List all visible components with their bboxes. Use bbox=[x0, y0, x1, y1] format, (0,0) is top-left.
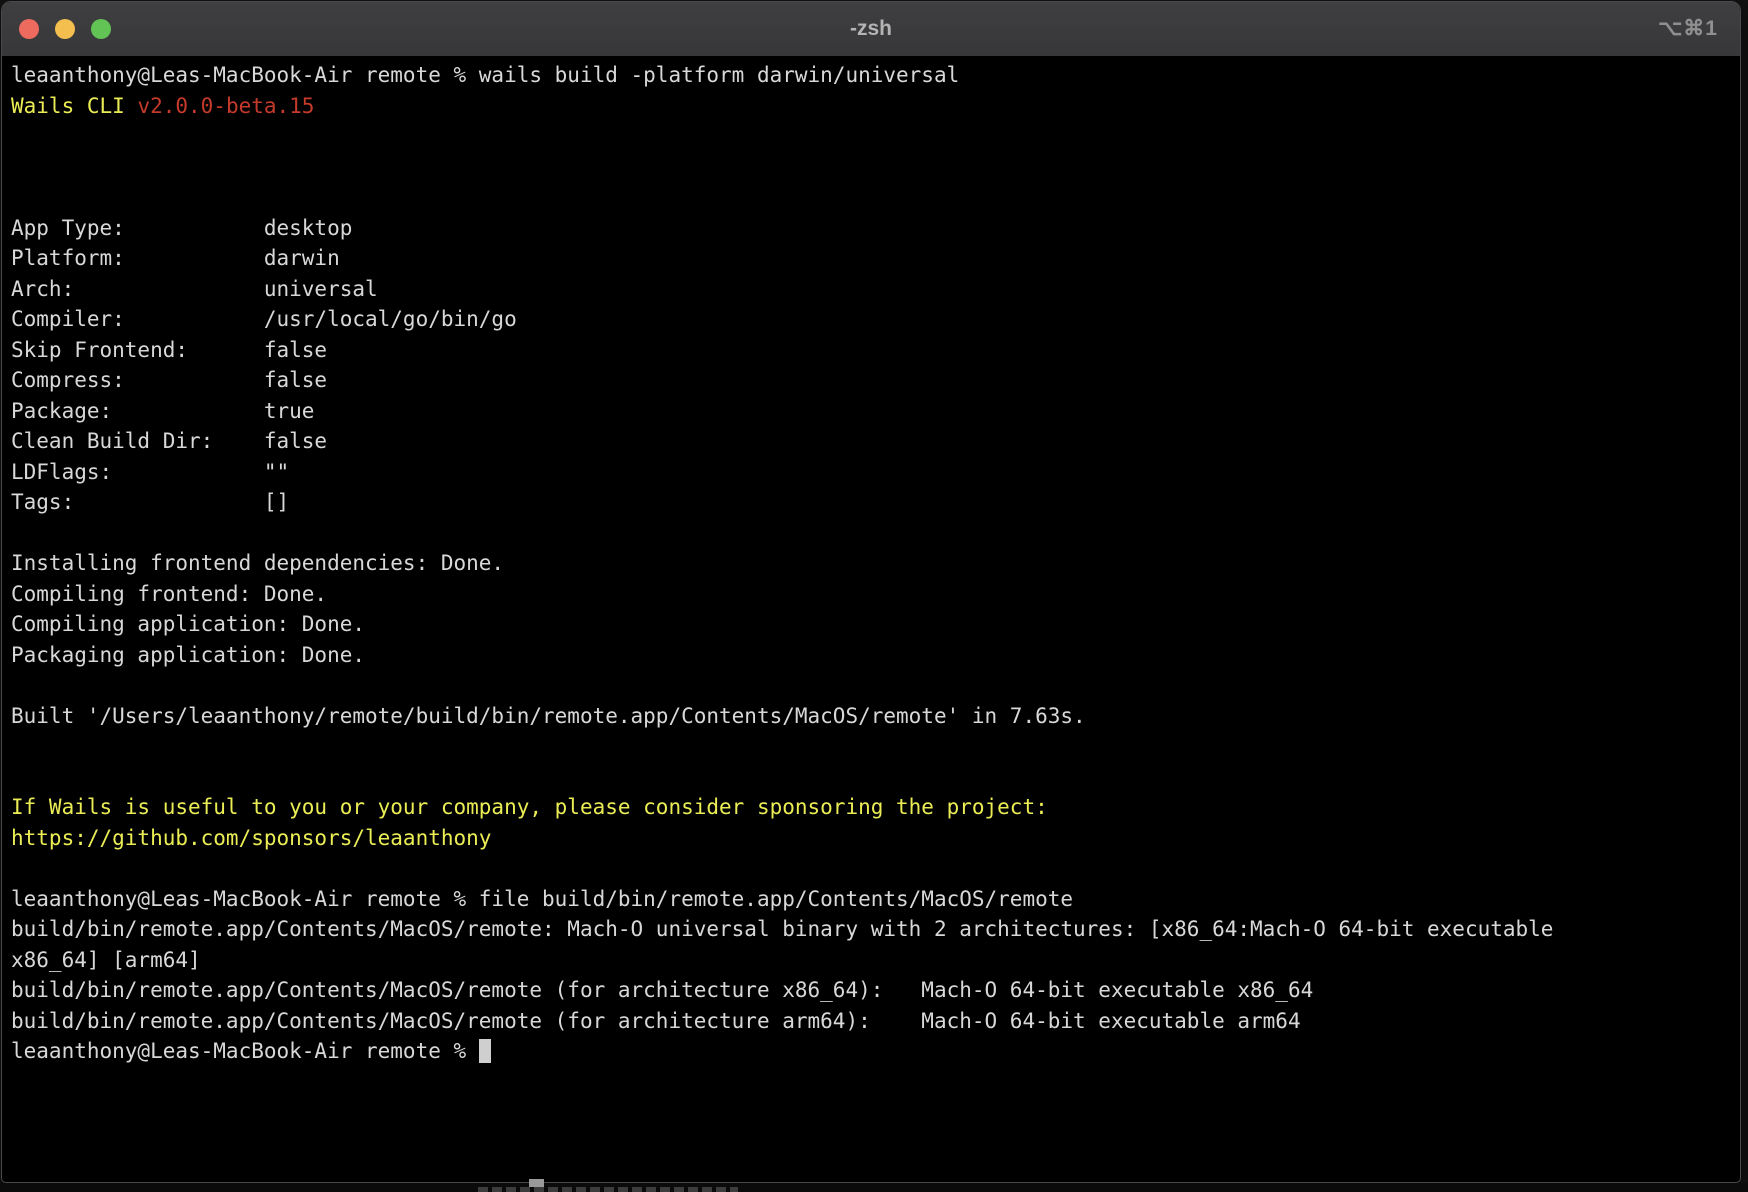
terminal-line: leaanthony@Leas-MacBook-Air remote % bbox=[11, 1036, 1736, 1067]
terminal-text-segment: Clean Build Dir: false bbox=[11, 429, 327, 453]
terminal-text-segment: Arch: universal bbox=[11, 277, 378, 301]
terminal-line: Arch: universal bbox=[11, 274, 1736, 305]
terminal-line bbox=[11, 731, 1736, 762]
terminal-window: -zsh ⌥⌘1 leaanthony@Leas-MacBook-Air rem… bbox=[1, 1, 1741, 1183]
terminal-line: Skip Frontend: false bbox=[11, 335, 1736, 366]
terminal-line bbox=[11, 121, 1736, 152]
terminal-text-segment: LDFlags: "" bbox=[11, 460, 289, 484]
terminal-text-segment: Tags: [] bbox=[11, 490, 289, 514]
terminal-line: Installing frontend dependencies: Done. bbox=[11, 548, 1736, 579]
terminal-line: Clean Build Dir: false bbox=[11, 426, 1736, 457]
terminal-text-segment: Built '/Users/leaanthony/remote/build/bi… bbox=[11, 704, 1086, 728]
terminal-line: Platform: darwin bbox=[11, 243, 1736, 274]
close-button[interactable] bbox=[19, 19, 39, 39]
terminal-line: Built '/Users/leaanthony/remote/build/bi… bbox=[11, 701, 1736, 732]
terminal-line: x86_64] [arm64] bbox=[11, 945, 1736, 976]
terminal-text-segment: build/bin/remote.app/Contents/MacOS/remo… bbox=[11, 917, 1553, 941]
terminal-line: Compress: false bbox=[11, 365, 1736, 396]
terminal-line bbox=[11, 182, 1736, 213]
terminal-text-segment: build/bin/remote.app/Contents/MacOS/remo… bbox=[11, 978, 1313, 1002]
terminal-text-segment: Skip Frontend: false bbox=[11, 338, 327, 362]
terminal-line: build/bin/remote.app/Contents/MacOS/remo… bbox=[11, 1006, 1736, 1037]
terminal-line: leaanthony@Leas-MacBook-Air remote % fil… bbox=[11, 884, 1736, 915]
terminal-text-segment: Wails CLI bbox=[11, 94, 137, 118]
window-title: -zsh bbox=[2, 17, 1740, 41]
terminal-line: Wails CLI v2.0.0-beta.15 bbox=[11, 91, 1736, 122]
terminal-line bbox=[11, 152, 1736, 183]
terminal-text-segment: If Wails is useful to you or your compan… bbox=[11, 795, 1048, 819]
terminal-line bbox=[11, 853, 1736, 884]
terminal-cursor bbox=[479, 1039, 492, 1063]
terminal-text-segment: Installing frontend dependencies: Done. bbox=[11, 551, 504, 575]
terminal-text-segment: Compiling frontend: Done. bbox=[11, 582, 327, 606]
background-window-sliver bbox=[0, 1183, 1748, 1192]
minimize-button[interactable] bbox=[55, 19, 75, 39]
terminal-line: If Wails is useful to you or your compan… bbox=[11, 792, 1736, 823]
background-window-text bbox=[478, 1187, 738, 1192]
terminal-line: build/bin/remote.app/Contents/MacOS/remo… bbox=[11, 975, 1736, 1006]
traffic-lights bbox=[19, 19, 111, 39]
terminal-text-segment: leaanthony@Leas-MacBook-Air remote % wai… bbox=[11, 63, 959, 87]
background-window-cursor bbox=[529, 1179, 544, 1187]
terminal-text-segment: Platform: darwin bbox=[11, 246, 340, 270]
terminal-text-segment: Package: true bbox=[11, 399, 314, 423]
terminal-line: https://github.com/sponsors/leaanthony bbox=[11, 823, 1736, 854]
titlebar[interactable]: -zsh ⌥⌘1 bbox=[2, 2, 1740, 57]
terminal-line bbox=[11, 518, 1736, 549]
terminal-text-segment: Packaging application: Done. bbox=[11, 643, 365, 667]
terminal-line: Compiling frontend: Done. bbox=[11, 579, 1736, 610]
terminal-text-segment: https://github.com/sponsors/leaanthony bbox=[11, 826, 491, 850]
terminal-line bbox=[11, 670, 1736, 701]
terminal-text-segment: Compiling application: Done. bbox=[11, 612, 365, 636]
terminal-line: Compiling application: Done. bbox=[11, 609, 1736, 640]
terminal-line: Package: true bbox=[11, 396, 1736, 427]
terminal-line bbox=[11, 762, 1736, 793]
terminal-line: Packaging application: Done. bbox=[11, 640, 1736, 671]
terminal-text-segment: x86_64] [arm64] bbox=[11, 948, 201, 972]
terminal-line: build/bin/remote.app/Contents/MacOS/remo… bbox=[11, 914, 1736, 945]
terminal-text-segment: leaanthony@Leas-MacBook-Air remote % fil… bbox=[11, 887, 1073, 911]
terminal-text-segment: v2.0.0-beta.15 bbox=[137, 94, 314, 118]
terminal-line: App Type: desktop bbox=[11, 213, 1736, 244]
zoom-button[interactable] bbox=[91, 19, 111, 39]
terminal-output[interactable]: leaanthony@Leas-MacBook-Air remote % wai… bbox=[2, 57, 1740, 1181]
terminal-text-segment: build/bin/remote.app/Contents/MacOS/remo… bbox=[11, 1009, 1301, 1033]
terminal-text-segment: Compiler: /usr/local/go/bin/go bbox=[11, 307, 517, 331]
terminal-text-segment: Compress: false bbox=[11, 368, 327, 392]
terminal-line: Tags: [] bbox=[11, 487, 1736, 518]
terminal-text-segment: leaanthony@Leas-MacBook-Air remote % bbox=[11, 1039, 479, 1063]
terminal-line: LDFlags: "" bbox=[11, 457, 1736, 488]
tab-shortcut-hint: ⌥⌘1 bbox=[1658, 16, 1718, 41]
terminal-line: Compiler: /usr/local/go/bin/go bbox=[11, 304, 1736, 335]
terminal-line: leaanthony@Leas-MacBook-Air remote % wai… bbox=[11, 60, 1736, 91]
terminal-text-segment: App Type: desktop bbox=[11, 216, 352, 240]
